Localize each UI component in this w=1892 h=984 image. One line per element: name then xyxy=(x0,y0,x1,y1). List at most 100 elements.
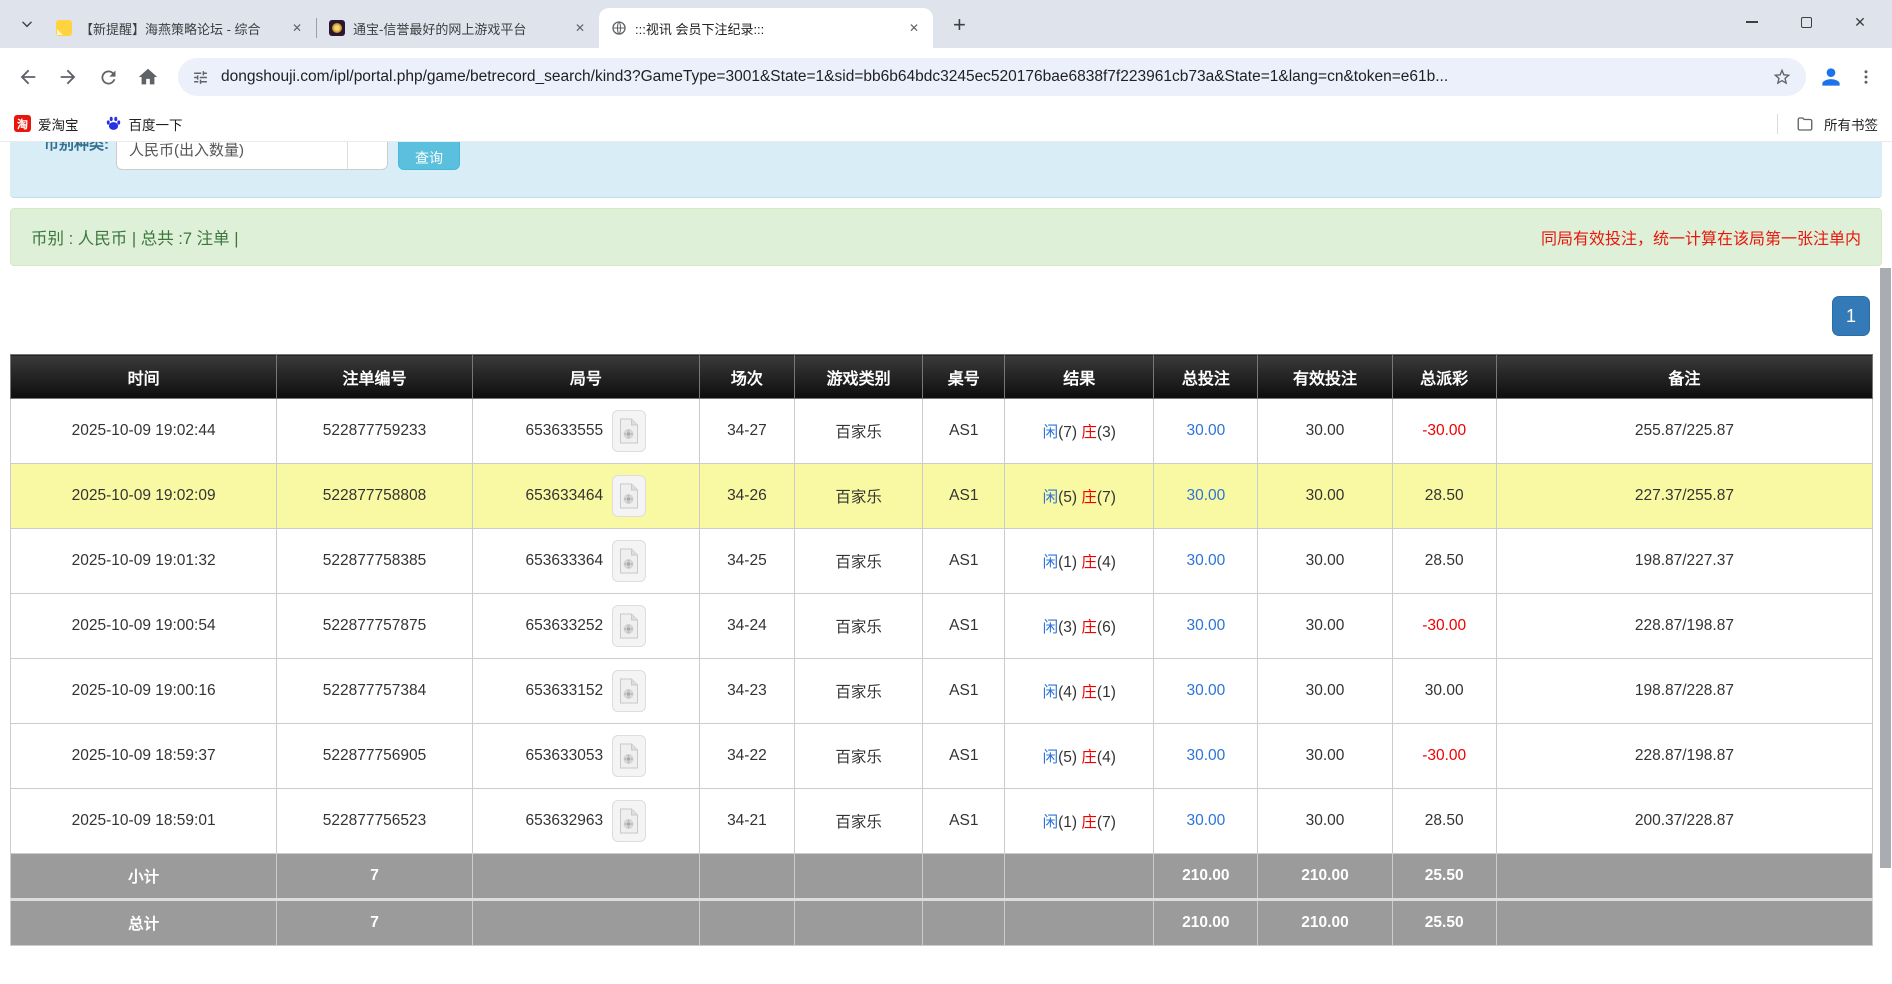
cell-time: 2025-10-09 19:02:44 xyxy=(11,399,277,464)
cell-payout: 28.50 xyxy=(1392,529,1496,594)
round-number: 653633464 xyxy=(526,487,604,505)
cell-bet-id: 522877758808 xyxy=(277,464,473,529)
table-body: 2025-10-09 19:02:44 522877759233 6536335… xyxy=(11,399,1873,854)
url-bar[interactable]: dongshouji.com/ipl/portal.php/game/betre… xyxy=(178,58,1806,96)
cell-bet-id: 522877758385 xyxy=(277,529,473,594)
cell-game-type: 百家乐 xyxy=(794,789,922,854)
round-number: 653633152 xyxy=(526,682,604,700)
new-tab-button[interactable]: + xyxy=(947,12,972,38)
tab-close-icon[interactable]: ✕ xyxy=(288,19,306,37)
cell-table-no: AS1 xyxy=(923,594,1005,659)
back-icon[interactable] xyxy=(10,59,46,95)
cell-game-type: 百家乐 xyxy=(794,594,922,659)
all-bookmarks-label[interactable]: 所有书签 xyxy=(1824,114,1878,134)
bookmark-baidu[interactable]: 百度一下 xyxy=(105,114,183,134)
browser-toolbar: dongshouji.com/ipl/portal.php/game/betre… xyxy=(0,48,1892,106)
banker-score: (7) xyxy=(1097,489,1116,506)
total-bet-link[interactable]: 30.00 xyxy=(1186,747,1225,764)
player-score: (1) xyxy=(1058,814,1077,831)
cell-session: 34-26 xyxy=(699,464,794,529)
replay-video-button[interactable] xyxy=(612,475,646,517)
currency-select-input[interactable]: 人民币(出入数量) xyxy=(116,142,388,170)
total-bet-link[interactable]: 30.00 xyxy=(1186,617,1225,634)
tab-search-chevron-icon[interactable] xyxy=(16,13,38,35)
search-button[interactable]: 查询 xyxy=(398,142,460,170)
cell-result: 闲(4) 庄(1) xyxy=(1005,659,1154,724)
site-info-icon[interactable] xyxy=(192,69,209,86)
bookmark-taobao[interactable]: 淘 爱淘宝 xyxy=(14,114,79,134)
tab-close-icon[interactable]: ✕ xyxy=(571,19,589,37)
player-label: 闲 xyxy=(1043,814,1059,831)
total-bet-link[interactable]: 30.00 xyxy=(1186,487,1225,504)
window-minimize-button[interactable] xyxy=(1738,8,1766,36)
table-row: 2025-10-09 18:59:01 522877756523 6536329… xyxy=(11,789,1873,854)
profile-avatar-icon[interactable] xyxy=(1818,64,1844,90)
vertical-scrollbar[interactable] xyxy=(1880,268,1891,868)
bookmark-star-icon[interactable] xyxy=(1772,67,1792,87)
select-dropdown-addon[interactable] xyxy=(347,142,387,169)
header-note: 备注 xyxy=(1496,355,1872,399)
replay-video-button[interactable] xyxy=(612,605,646,647)
cell-note: 255.87/225.87 xyxy=(1496,399,1872,464)
player-score: (5) xyxy=(1058,749,1077,766)
cell-session: 34-23 xyxy=(699,659,794,724)
filter-label: 币别种类: xyxy=(44,142,109,154)
cell-total-bet: 30.00 xyxy=(1154,464,1258,529)
player-label: 闲 xyxy=(1043,554,1059,571)
total-count: 7 xyxy=(277,900,473,946)
window-close-button[interactable]: ✕ xyxy=(1846,8,1874,36)
reload-icon[interactable] xyxy=(90,59,126,95)
cell-bet-id: 522877756523 xyxy=(277,789,473,854)
round-number: 653633364 xyxy=(526,552,604,570)
cell-valid-bet: 30.00 xyxy=(1258,724,1392,789)
cell-table-no: AS1 xyxy=(923,529,1005,594)
cell-bet-id: 522877759233 xyxy=(277,399,473,464)
banker-score: (1) xyxy=(1097,684,1116,701)
url-text[interactable]: dongshouji.com/ipl/portal.php/game/betre… xyxy=(221,68,1760,86)
replay-video-button[interactable] xyxy=(612,670,646,712)
cell-session: 34-24 xyxy=(699,594,794,659)
header-bet-id: 注单编号 xyxy=(277,355,473,399)
pagination: 1 xyxy=(0,296,1870,336)
cell-result: 闲(5) 庄(4) xyxy=(1005,724,1154,789)
home-icon[interactable] xyxy=(130,59,166,95)
subtotal-total-bet: 210.00 xyxy=(1154,854,1258,900)
page-1-button[interactable]: 1 xyxy=(1832,296,1870,336)
cell-game-type: 百家乐 xyxy=(794,659,922,724)
banker-score: (6) xyxy=(1097,619,1116,636)
browser-menu-icon[interactable] xyxy=(1854,65,1878,89)
cell-result: 闲(5) 庄(7) xyxy=(1005,464,1154,529)
replay-video-button[interactable] xyxy=(612,800,646,842)
total-bet-link[interactable]: 30.00 xyxy=(1186,812,1225,829)
cell-time: 2025-10-09 19:00:54 xyxy=(11,594,277,659)
total-bet-link[interactable]: 30.00 xyxy=(1186,422,1225,439)
tab-close-icon[interactable]: ✕ xyxy=(905,19,923,37)
cell-total-bet: 30.00 xyxy=(1154,659,1258,724)
replay-video-button[interactable] xyxy=(612,735,646,777)
tab-bet-records-active[interactable]: :::视讯 会员下注纪录::: ✕ xyxy=(599,8,933,48)
banker-score: (4) xyxy=(1097,749,1116,766)
banker-label: 庄 xyxy=(1081,684,1097,701)
banker-label: 庄 xyxy=(1081,749,1097,766)
forward-icon[interactable] xyxy=(50,59,86,95)
total-bet-link[interactable]: 30.00 xyxy=(1186,682,1225,699)
dark-emblem-favicon-icon xyxy=(329,20,345,36)
cell-valid-bet: 30.00 xyxy=(1258,594,1392,659)
replay-video-button[interactable] xyxy=(612,540,646,582)
tab-tongbao-platform[interactable]: 通宝-信誉最好的网上游戏平台 ✕ xyxy=(317,8,599,48)
cell-valid-bet: 30.00 xyxy=(1258,659,1392,724)
replay-video-button[interactable] xyxy=(612,410,646,452)
window-maximize-button[interactable] xyxy=(1792,8,1820,36)
table-row: 2025-10-09 19:00:54 522877757875 6536332… xyxy=(11,594,1873,659)
tab-haiyan-forum[interactable]: 【新提醒】海燕策略论坛 - 综合 ✕ xyxy=(44,8,316,48)
cell-payout: 28.50 xyxy=(1392,789,1496,854)
player-score: (5) xyxy=(1058,489,1077,506)
cell-total-bet: 30.00 xyxy=(1154,724,1258,789)
taobao-icon: 淘 xyxy=(14,115,31,132)
cell-game-type: 百家乐 xyxy=(794,399,922,464)
total-bet-link[interactable]: 30.00 xyxy=(1186,552,1225,569)
cell-round: 653632963 xyxy=(472,789,699,854)
cell-session: 34-22 xyxy=(699,724,794,789)
header-table-no: 桌号 xyxy=(923,355,1005,399)
cell-session: 34-21 xyxy=(699,789,794,854)
